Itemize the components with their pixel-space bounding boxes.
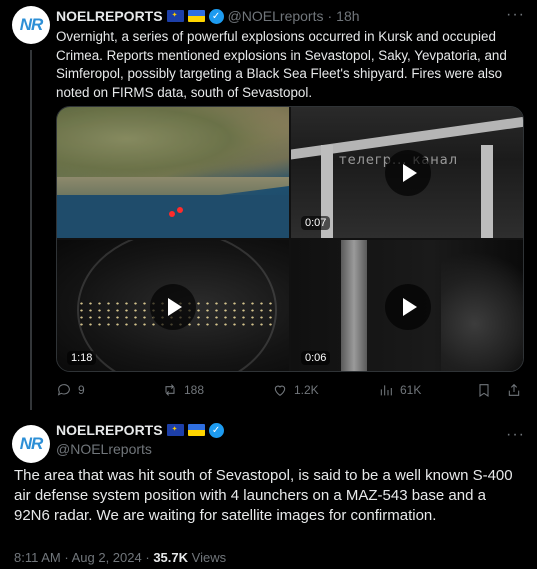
author-row: NOELREPORTS ✓ xyxy=(56,422,224,438)
reply-button[interactable]: 9 xyxy=(56,382,85,398)
video-duration: 1:18 xyxy=(67,351,97,365)
views-button[interactable]: 61K xyxy=(378,382,421,398)
play-icon[interactable] xyxy=(385,150,431,196)
video-duration: 0:07 xyxy=(301,216,331,230)
verified-badge-icon: ✓ xyxy=(208,422,224,438)
heart-icon xyxy=(274,385,286,396)
display-name[interactable]: NOELREPORTS xyxy=(56,422,163,438)
views-count: 61K xyxy=(400,383,422,397)
video-duration: 0:06 xyxy=(301,351,331,365)
post-time[interactable]: 8:11 AM xyxy=(14,550,61,565)
bookmark-icon xyxy=(479,384,489,397)
repost-count: 188 xyxy=(184,383,205,397)
video-thumbnail-1[interactable]: телегр... канал 0:07 xyxy=(291,107,523,238)
ukraine-flag-icon xyxy=(187,424,205,436)
fire-marker xyxy=(169,211,175,217)
play-icon[interactable] xyxy=(385,284,431,330)
play-icon[interactable] xyxy=(150,284,196,330)
tweet-post-1[interactable]: NR NOELREPORTS ✓ @NOELreports · 18h ··· … xyxy=(0,0,537,410)
share-icon xyxy=(508,383,520,396)
bookmark-button[interactable] xyxy=(476,382,492,398)
more-options-icon[interactable]: ··· xyxy=(506,6,525,24)
eu-flag-icon xyxy=(166,424,184,436)
share-button[interactable] xyxy=(506,382,522,398)
verified-badge-icon: ✓ xyxy=(208,8,224,24)
video-thumbnail-3[interactable]: 0:06 xyxy=(291,240,523,371)
tweet-text: The area that was hit south of Sevastopo… xyxy=(14,467,513,524)
avatar-logo: NR xyxy=(19,15,44,34)
analytics-icon xyxy=(380,385,392,396)
like-count: 1.2K xyxy=(294,383,319,397)
video-thumbnail-2[interactable]: 1:18 xyxy=(57,240,289,371)
avatar[interactable]: NR xyxy=(12,6,50,44)
action-bar: 9 188 1.2K 61K xyxy=(56,378,524,402)
separator: · xyxy=(327,8,333,24)
thread-line xyxy=(30,50,32,410)
reply-count: 9 xyxy=(78,383,85,397)
timestamp[interactable]: 18h xyxy=(336,8,359,24)
repost-button[interactable]: 188 xyxy=(162,382,204,398)
separator: · xyxy=(64,550,69,565)
like-button[interactable]: 1.2K xyxy=(272,382,319,398)
map-image[interactable] xyxy=(57,107,289,238)
more-options-icon[interactable]: ··· xyxy=(506,426,525,444)
avatar-logo: NR xyxy=(19,434,44,453)
tweet-post-2[interactable]: NR NOELREPORTS ✓ @NOELreports ··· The ar… xyxy=(0,410,537,569)
avatar[interactable]: NR xyxy=(12,425,50,463)
separator: · xyxy=(145,550,150,565)
views-label: Views xyxy=(191,550,227,565)
tweet-text: Overnight, a series of powerful explosio… xyxy=(56,29,507,100)
views-count: 35.7K xyxy=(153,550,189,565)
media-grid: телегр... канал 0:07 1:18 0:06 xyxy=(56,106,524,372)
eu-flag-icon xyxy=(166,10,184,22)
handle[interactable]: @NOELreports xyxy=(228,8,324,24)
fire-marker xyxy=(177,207,183,213)
author-row: NOELREPORTS ✓ @NOELreports · 18h xyxy=(56,8,360,24)
ukraine-flag-icon xyxy=(187,10,205,22)
reply-icon xyxy=(57,384,70,396)
repost-icon xyxy=(165,384,175,396)
handle[interactable]: @NOELreports xyxy=(56,441,152,457)
display-name[interactable]: NOELREPORTS xyxy=(56,8,163,24)
tweet-meta: 8:11 AM · Aug 2, 2024 · 35.7K Views xyxy=(14,550,226,565)
post-date[interactable]: Aug 2, 2024 xyxy=(72,550,142,565)
